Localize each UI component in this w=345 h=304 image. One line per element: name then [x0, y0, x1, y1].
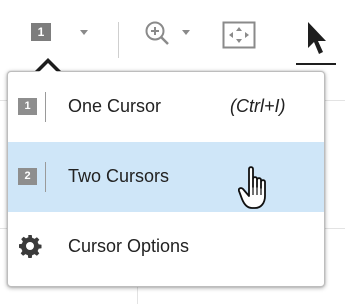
dropdown-pointer-fill — [37, 63, 59, 74]
cursor-mode-button[interactable]: 1 — [31, 23, 51, 41]
hand-pointer-cursor-icon — [238, 166, 266, 209]
pointer-arrow-icon[interactable] — [296, 20, 336, 66]
two-cursors-badge-icon: 2 — [18, 168, 37, 185]
fit-to-view-icon[interactable] — [222, 21, 256, 49]
menu-item-cursor-options[interactable]: Cursor Options — [8, 212, 324, 282]
cursor-mode-dropdown-caret[interactable] — [80, 30, 88, 35]
toolbar-separator — [118, 22, 119, 58]
menu-item-one-cursor[interactable]: 1 One Cursor (Ctrl+I) — [8, 72, 324, 142]
gear-icon — [19, 235, 42, 258]
menu-item-label: One Cursor — [68, 96, 162, 116]
menu-item-shortcut: (Ctrl+I) — [230, 96, 286, 116]
menu-item-label: Two Cursors — [68, 166, 170, 186]
menu-item-divider — [45, 92, 46, 122]
menu-item-label: Cursor Options — [68, 236, 190, 256]
zoom-dropdown-caret[interactable] — [182, 30, 190, 35]
zoom-in-icon[interactable] — [143, 19, 173, 49]
one-cursor-badge-icon: 1 — [18, 98, 37, 115]
menu-item-divider — [45, 162, 46, 192]
